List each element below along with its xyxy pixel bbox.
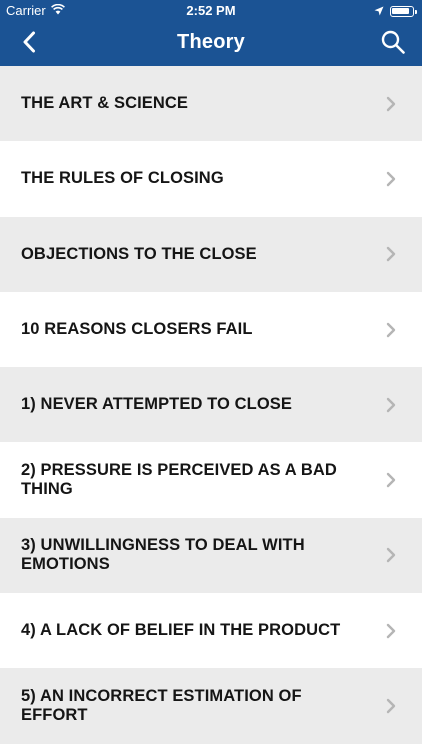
page-title: Theory [177, 31, 245, 53]
list-item-label: OBJECTIONS TO THE CLOSE [21, 244, 257, 263]
topic-list: THE ART & SCIENCE THE RULES OF CLOSING O… [0, 66, 422, 744]
list-item-label: 2) PRESSURE IS PERCEIVED AS A BAD THING [21, 461, 337, 499]
list-item[interactable]: 3) UNWILLINGNESS TO DEAL WITH EMOTIONS [0, 517, 422, 594]
chevron-right-icon [386, 171, 396, 187]
chevron-right-icon [386, 322, 396, 337]
status-time: 2:52 PM [186, 3, 236, 18]
location-icon [374, 4, 384, 19]
list-item[interactable]: 10 REASONS CLOSERS FAIL [0, 291, 422, 368]
list-item-label: 10 REASONS CLOSERS FAIL [21, 320, 253, 339]
chevron-right-icon [386, 397, 396, 413]
search-icon [381, 30, 405, 59]
list-item[interactable]: THE RULES OF CLOSING [0, 141, 422, 217]
chevron-right-icon [386, 247, 396, 262]
screen: Carrier 2:52 PM Theory THE ART & SCIENCE… [0, 0, 422, 750]
chevron-right-icon [386, 472, 396, 488]
chevron-right-icon [386, 548, 396, 563]
status-bar: Carrier 2:52 PM [0, 0, 422, 22]
list-item-label: 3) UNWILLINGNESS TO DEAL WITH EMOTIONS [21, 536, 305, 574]
chevron-right-icon [386, 96, 396, 111]
list-item[interactable]: OBJECTIONS TO THE CLOSE [0, 216, 422, 292]
navbar: Theory [0, 22, 422, 66]
list-item-label: THE RULES OF CLOSING [21, 169, 224, 188]
list-item[interactable]: THE ART & SCIENCE [0, 66, 422, 142]
search-button[interactable] [378, 29, 408, 59]
list-item[interactable]: 2) PRESSURE IS PERCEIVED AS A BAD THING [0, 442, 422, 518]
battery-icon [390, 6, 417, 17]
list-item[interactable]: 4) A LACK OF BELIEF IN THE PRODUCT [0, 593, 422, 669]
list-item-label: THE ART & SCIENCE [21, 94, 189, 113]
list-item-label: 4) A LACK OF BELIEF IN THE PRODUCT [21, 621, 341, 640]
list-item-label: 5) AN INCORRECT ESTIMATION OF EFFORT [21, 687, 302, 725]
list-item[interactable]: 1) NEVER ATTEMPTED TO CLOSE [0, 367, 422, 443]
status-right-group [374, 4, 417, 19]
chevron-right-icon [386, 698, 396, 714]
list-item-label: 1) NEVER ATTEMPTED TO CLOSE [21, 395, 293, 414]
chevron-right-icon [386, 623, 396, 638]
header: Carrier 2:52 PM Theory [0, 0, 422, 66]
list-item[interactable]: 5) AN INCORRECT ESTIMATION OF EFFORT [0, 668, 422, 744]
